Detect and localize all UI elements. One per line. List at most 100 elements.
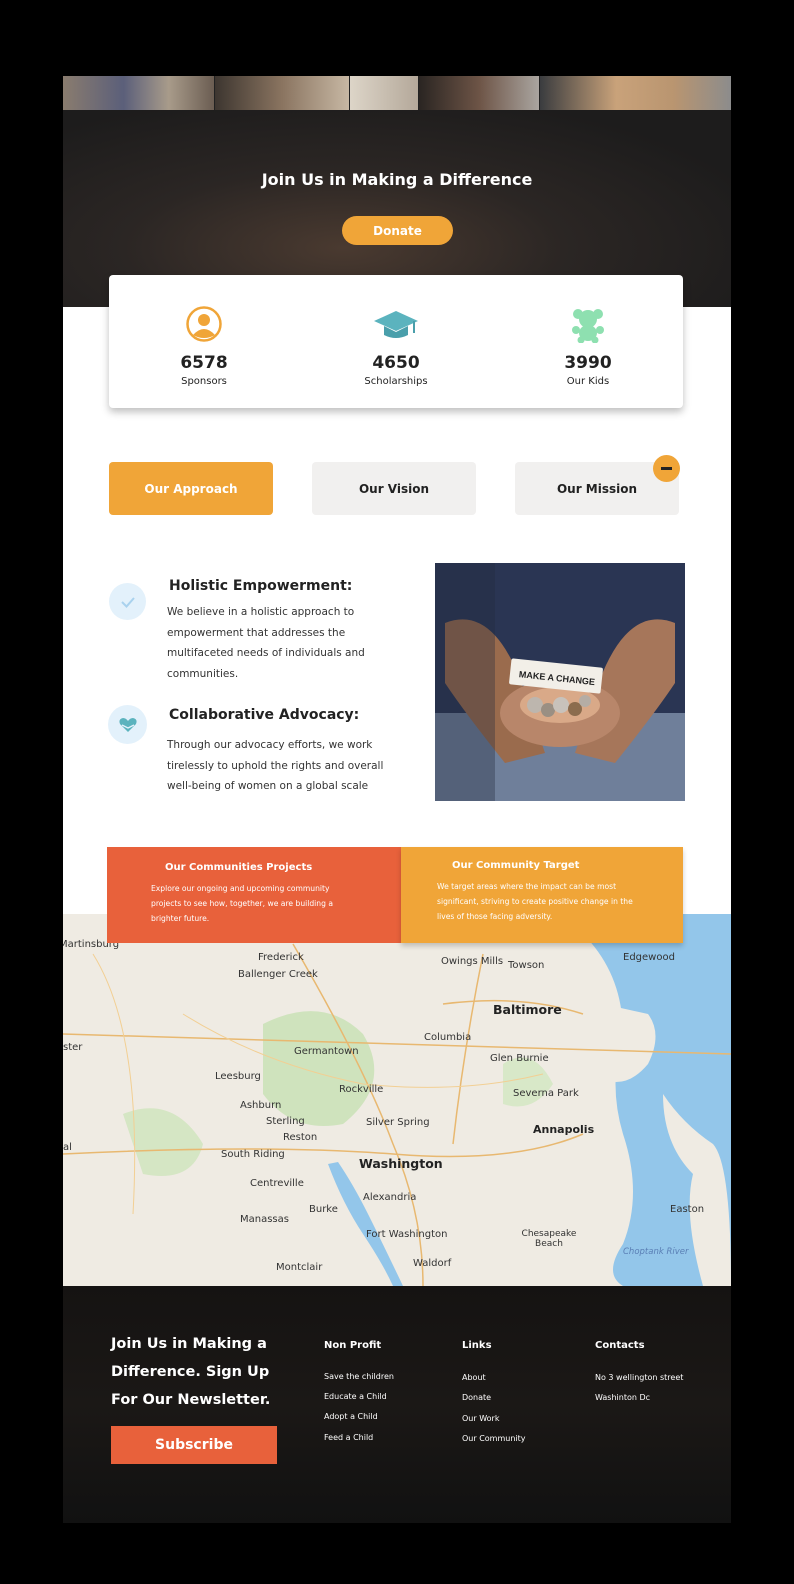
contact-address: No 3 wellington street: [595, 1373, 684, 1382]
map-place: Sterling: [266, 1116, 305, 1127]
map-place: al: [63, 1142, 72, 1153]
map-place: Manassas: [240, 1214, 289, 1225]
stat-label: Scholarships: [364, 376, 428, 387]
map-place: Towson: [508, 960, 545, 971]
feature-body: Through our advocacy efforts, we work ti…: [167, 735, 397, 797]
newsletter-title: Join Us in Making a Difference. Sign Up …: [111, 1330, 301, 1414]
stat-kids: 3990 Our Kids: [493, 275, 683, 408]
footer-col-title: Non Profit: [324, 1340, 382, 1351]
map-place: Germantown: [294, 1046, 359, 1057]
map-place: Edgewood: [623, 952, 675, 963]
communities-projects-panel[interactable]: Our Communities Projects Explore our ong…: [107, 847, 401, 943]
hero-title: Join Us in Making a Difference: [261, 170, 533, 189]
page: Join Us in Making a Difference Donate 65…: [63, 76, 731, 1523]
map-place: Ashburn: [240, 1100, 282, 1111]
feature-line: communities.: [167, 667, 239, 680]
map-place: Centreville: [250, 1178, 304, 1189]
map-place: Severna Park: [513, 1088, 579, 1099]
minus-icon: [661, 467, 672, 470]
make-a-change-photo: MAKE A CHANGE: [435, 563, 685, 801]
stat-value: 3990: [564, 353, 612, 373]
map-place: Owings Mills: [441, 956, 504, 967]
feature-icon: [109, 583, 146, 620]
target-title: Our Community Target: [452, 860, 580, 871]
map-place: Baltimore: [493, 1002, 562, 1017]
footer: Join Us in Making a Difference. Sign Up …: [63, 1286, 731, 1523]
stat-value: 6578: [180, 353, 228, 373]
collapse-button[interactable]: [653, 455, 680, 482]
map-place: Glen Burnie: [490, 1053, 549, 1064]
strip-photo: [540, 76, 731, 110]
footer-col-title: Contacts: [595, 1340, 645, 1351]
footer-link-our-community[interactable]: Our Community: [462, 1434, 526, 1443]
footer-link-adopt-a-child[interactable]: Adopt a Child: [324, 1412, 378, 1421]
newsletter-line: For Our Newsletter.: [111, 1392, 271, 1408]
strip-photo: [215, 76, 350, 110]
target-body: We target areas where the impact can be …: [437, 879, 633, 924]
projects-line: projects to see how, together, we are bu…: [151, 899, 333, 908]
projects-line: Explore our ongoing and upcoming communi…: [151, 884, 330, 893]
hands-with-coins-image: MAKE A CHANGE: [435, 563, 685, 801]
stat-scholarships: 4650 Scholarships: [301, 275, 491, 408]
map-place: South Riding: [221, 1149, 285, 1160]
feature-line: empowerment that addresses the: [167, 626, 346, 639]
map-place: Fort Washington: [366, 1229, 448, 1240]
projects-line: brighter future.: [151, 914, 210, 923]
strip-photo: [419, 76, 540, 110]
tab-our-approach[interactable]: Our Approach: [109, 462, 273, 515]
feature-line: well-being of women on a global scale: [167, 780, 369, 792]
map-place: Ballenger Creek: [238, 969, 318, 980]
map-place: Leesburg: [215, 1071, 261, 1082]
stat-value: 4650: [372, 353, 420, 373]
footer-link-our-work[interactable]: Our Work: [462, 1414, 499, 1423]
stat-sponsors: 6578 Sponsors: [109, 275, 299, 408]
donate-button[interactable]: Donate: [342, 216, 453, 245]
stats-card: 6578 Sponsors 4650 Scholarships 3990 Our…: [109, 275, 683, 408]
map-place: Annapolis: [533, 1123, 595, 1136]
footer-link-save-the-children[interactable]: Save the children: [324, 1372, 394, 1381]
feature-line: tirelessly to uphold the rights and over…: [167, 759, 384, 772]
heart-hands-icon: [118, 717, 137, 732]
map-place: Washington: [359, 1156, 443, 1171]
tab-our-vision[interactable]: Our Vision: [312, 462, 476, 515]
map-place: Easton: [670, 1204, 705, 1215]
feature-line: multifaceted needs of individuals and: [167, 647, 365, 659]
map-place: Chesapeake Beach: [521, 1229, 577, 1249]
map-place: Montclair: [276, 1262, 323, 1273]
target-line: significant, striving to create positive…: [437, 897, 633, 906]
map-place: Silver Spring: [366, 1117, 430, 1128]
feature-title: Holistic Empowerment:: [169, 578, 353, 594]
user-icon: [186, 306, 222, 342]
stat-label: Sponsors: [181, 376, 227, 387]
feature-line: We believe in a holistic approach to: [167, 606, 355, 618]
map-place: ster: [63, 1042, 83, 1053]
projects-title: Our Communities Projects: [165, 862, 313, 873]
footer-col-title: Links: [462, 1340, 492, 1351]
map[interactable]: Martinsburg Frederick Ballenger Creek Ow…: [63, 914, 731, 1286]
footer-link-about[interactable]: About: [462, 1373, 486, 1382]
map-place: Reston: [283, 1132, 318, 1143]
contact-city: Washinton Dc: [595, 1393, 651, 1402]
teddy-bear-icon: [572, 309, 604, 343]
map-place: Burke: [309, 1204, 338, 1215]
footer-link-donate[interactable]: Donate: [462, 1393, 491, 1402]
map-place: Alexandria: [363, 1192, 417, 1203]
check-icon: [120, 596, 135, 608]
stat-label: Our Kids: [566, 376, 610, 387]
photo-strip: [63, 76, 731, 110]
strip-photo: [350, 76, 419, 110]
footer-link-educate-a-child[interactable]: Educate a Child: [324, 1392, 387, 1401]
footer-link-feed-a-child[interactable]: Feed a Child: [324, 1433, 373, 1442]
map-place: Choptank River: [623, 1247, 689, 1257]
newsletter-line: Join Us in Making a: [111, 1336, 267, 1352]
community-target-panel[interactable]: Our Community Target We target areas whe…: [401, 847, 683, 943]
feature-icon: [108, 705, 147, 744]
strip-photo: [63, 76, 215, 110]
target-line: lives of those facing adversity.: [437, 912, 553, 921]
subscribe-button[interactable]: Subscribe: [111, 1426, 277, 1464]
map-place: Frederick: [258, 952, 304, 963]
feature-line: Through our advocacy efforts, we work: [167, 739, 373, 751]
feature-title: Collaborative Advocacy:: [169, 707, 360, 723]
map-place: Rockville: [339, 1084, 384, 1095]
target-line: We target areas where the impact can be …: [437, 882, 617, 891]
